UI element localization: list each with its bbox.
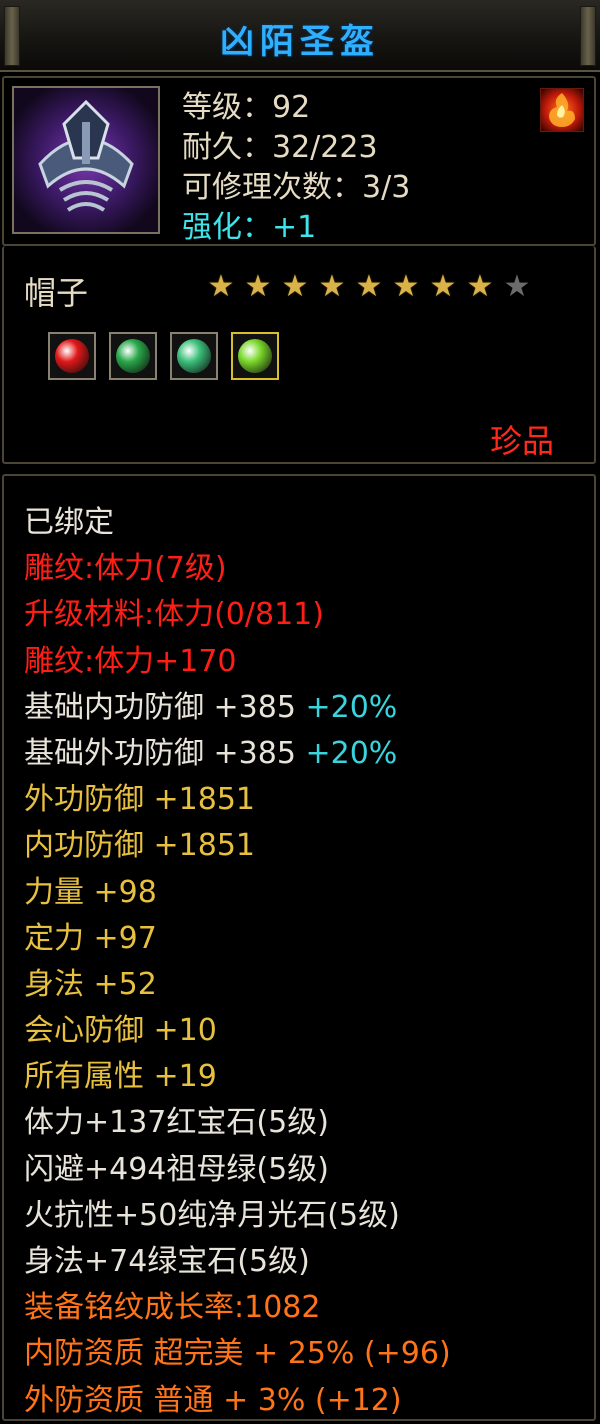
rarity-label: 珍品 (489, 422, 554, 460)
stat-line: 装备铭纹成长率:1082 (24, 1285, 451, 1331)
item-info: 等级：92 耐久：32/223 可修理次数：3/3 强化：+1 (182, 88, 410, 248)
stat-line: 定力 +97 (24, 916, 451, 962)
stat-line: 内功防御 +1851 (24, 823, 451, 869)
stat-text: 力量 +98 (24, 874, 157, 910)
item-stats-panel: 已绑定雕纹:体力(7级) 升级材料:体力(0/811) 雕纹:体力+170 基础内功防… (2, 474, 596, 1421)
star-icon: ★ (466, 269, 494, 304)
star-icon: ★ (503, 269, 531, 304)
stat-text: 雕纹:体力+170 (24, 643, 237, 679)
stat-line: 力量 +98 (24, 870, 451, 916)
stat-line: 所有属性 +19 (24, 1054, 451, 1100)
stat-line: 外功防御 +1851 (24, 777, 451, 823)
item-enhance: 强化：+1 (182, 210, 317, 245)
stat-text: 已绑定 (24, 505, 114, 540)
stat-line: 闪避+494祖母绿(5级) (24, 1147, 451, 1193)
stat-line: 会心防御 +10 (24, 1008, 451, 1054)
item-repair-count: 可修理次数：3/3 (182, 170, 411, 205)
stat-text: 装备铭纹成长率:1082 (24, 1290, 321, 1326)
star-icon: ★ (318, 269, 346, 304)
stat-bonus: +20% (305, 689, 398, 725)
gem-fill (177, 339, 211, 373)
gem-fill (55, 339, 89, 373)
item-durability: 耐久：32/223 (182, 130, 378, 165)
stat-list: 已绑定雕纹:体力(7级) 升级材料:体力(0/811) 雕纹:体力+170 基础内功防… (24, 500, 451, 1424)
gem-slots (48, 332, 279, 380)
stat-line: 升级材料:体力(0/811) (24, 592, 451, 638)
stat-text: 雕纹:体力(7级) (24, 551, 227, 587)
item-level: 等级：92 (182, 90, 311, 125)
stat-line: 已绑定 (24, 500, 451, 546)
star-icon: ★ (429, 269, 457, 304)
stat-line: 体力+137红宝石(5级) (24, 1100, 451, 1146)
crown-helmet-icon[interactable] (12, 86, 160, 234)
emerald-gem-icon[interactable] (231, 332, 279, 380)
stat-text: 外防资质 普通 + 3% (+12) (24, 1382, 402, 1418)
stat-text: 闪避+494祖母绿(5级) (24, 1151, 329, 1187)
tooltip-header: 凶陌圣盔 (0, 0, 600, 72)
stat-text: 会心防御 +10 (24, 1013, 217, 1049)
stat-line: 内防资质 超完美 + 25% (+96) (24, 1331, 451, 1377)
stat-text: 身法+74绿宝石(5级) (24, 1244, 310, 1279)
stat-text: 基础外功防御 +385 (24, 735, 306, 771)
star-icon: ★ (244, 269, 272, 304)
fire-emblem-icon (540, 88, 584, 132)
star-icon: ★ (392, 269, 420, 304)
stat-text: 升级材料:体力(0/811) (24, 597, 324, 633)
stat-text: 体力+137红宝石(5级) (24, 1105, 329, 1141)
stat-line: 身法+74绿宝石(5级) (24, 1239, 451, 1285)
star-icon: ★ (355, 269, 383, 304)
item-type-label: 帽子 (24, 274, 89, 312)
stat-bonus: +20% (305, 735, 398, 771)
stat-text: 定力 +97 (24, 920, 157, 956)
stat-text: 外功防御 +1851 (24, 782, 256, 818)
stat-text: 基础内功防御 +385 (24, 689, 306, 725)
item-summary-panel: 等级：92 耐久：32/223 可修理次数：3/3 强化：+1 (2, 76, 596, 246)
stat-text: 火抗性+50纯净月光石(5级) (24, 1197, 400, 1233)
stat-line: 雕纹:体力(7级) (24, 546, 451, 592)
item-type-panel: 帽子 ★ ★ ★ ★ ★ ★ ★ ★ ★ 珍品 (2, 246, 596, 464)
gem-fill (116, 339, 150, 373)
jade-ring-gem-icon[interactable] (109, 332, 157, 380)
stat-line: 基础外功防御 +385 +20% (24, 731, 451, 777)
stat-text: 所有属性 +19 (24, 1059, 217, 1095)
star-icon: ★ (281, 269, 309, 304)
jade-shard-gem-icon[interactable] (170, 332, 218, 380)
ruby-gem-icon[interactable] (48, 332, 96, 380)
stat-text: 身法 +52 (24, 966, 157, 1002)
gem-fill (238, 339, 272, 373)
item-title: 凶陌圣盔 (220, 22, 380, 62)
stat-text: 内功防御 +1851 (24, 828, 256, 864)
star-icon: ★ (207, 269, 235, 304)
star-rating: ★ ★ ★ ★ ★ ★ ★ ★ ★ (206, 272, 532, 302)
stat-line: 雕纹:体力+170 (24, 639, 451, 685)
stat-line: 外防资质 普通 + 3% (+12) (24, 1378, 451, 1424)
stat-line: 火抗性+50纯净月光石(5级) (24, 1193, 451, 1239)
stat-text: 内防资质 超完美 + 25% (+96) (24, 1336, 451, 1372)
stat-line: 身法 +52 (24, 962, 451, 1008)
stat-line: 基础内功防御 +385 +20% (24, 685, 451, 731)
